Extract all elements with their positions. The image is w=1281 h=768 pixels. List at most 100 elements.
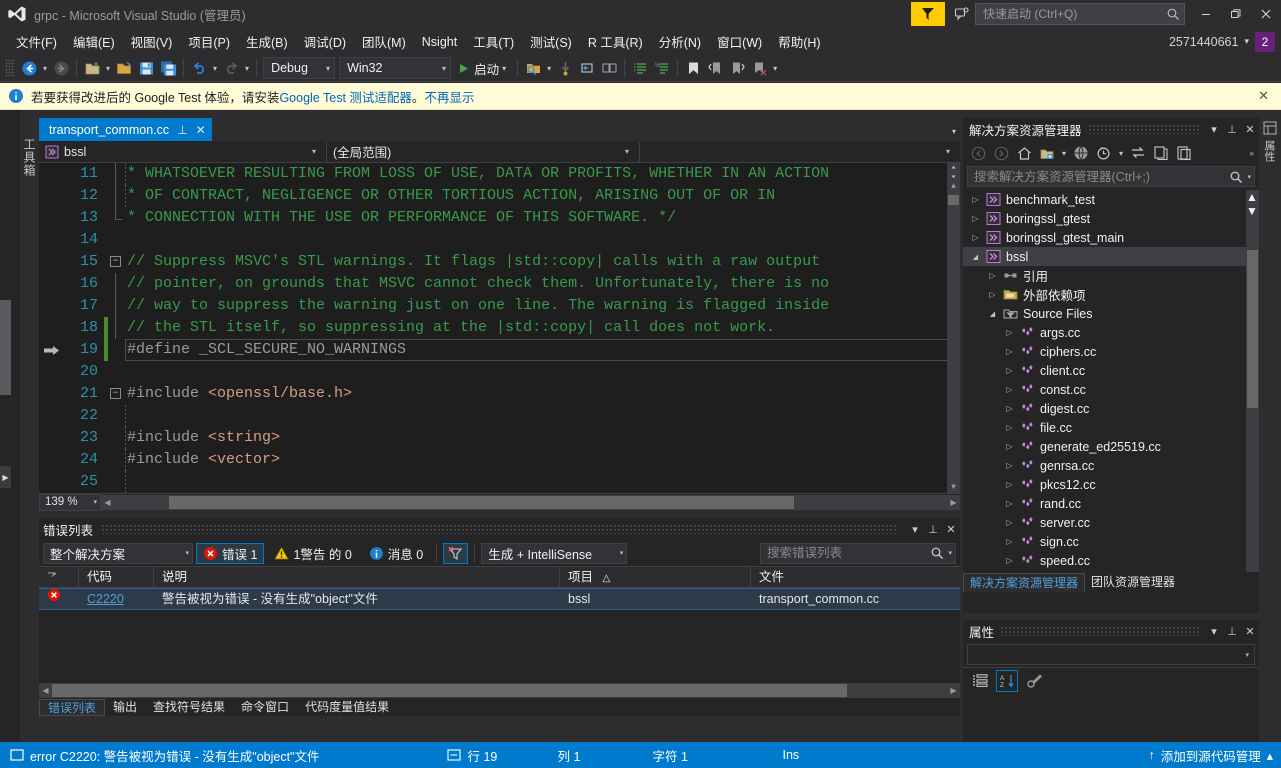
editor-vertical-scrollbar[interactable]: ▲ ▼ <box>947 163 960 493</box>
scroll-down-arrow-icon[interactable]: ▼ <box>1246 204 1259 218</box>
preview-selected-items-icon[interactable] <box>1173 142 1195 164</box>
panel-drag-handle[interactable] <box>1000 626 1199 636</box>
column-header-project[interactable]: 项目 △ <box>560 566 751 588</box>
panel-drag-handle[interactable] <box>101 524 898 534</box>
navbar-member-combo[interactable]: ▾ <box>640 142 960 162</box>
info-bar-link-adapter[interactable]: Google Test 测试适配器 <box>279 87 411 106</box>
error-scope-combo[interactable]: 整个解决方案 ▾ <box>43 542 193 564</box>
code-line[interactable]: 20 <box>39 361 960 383</box>
solution-tree-item-tool.cc[interactable]: ▷tool.cc <box>963 570 1259 572</box>
find-in-files-icon[interactable] <box>522 57 544 79</box>
panel-tab[interactable]: 查找符号结果 <box>145 699 233 716</box>
breakpoint-margin[interactable] <box>39 449 66 471</box>
close-icon[interactable]: ✕ <box>1254 88 1273 104</box>
expander-collapsed-icon[interactable]: ▷ <box>984 271 1001 280</box>
navbar-scope-combo[interactable]: (全局范围) ▾ <box>327 141 640 162</box>
solution-tree-item-const.cc[interactable]: ▷ const.cc <box>963 380 1259 399</box>
code-line[interactable]: 22 <box>39 405 960 427</box>
panel-dropdown-icon[interactable]: ▾ <box>1205 622 1223 640</box>
tab-overflow-caret-icon[interactable]: ▾ <box>952 127 956 136</box>
feedback-flag-icon[interactable] <box>911 2 945 26</box>
solution-explorer-tab[interactable]: 解决方案资源管理器 <box>963 573 1086 592</box>
error-source-combo[interactable]: 生成 + IntelliSense ▾ <box>481 542 628 564</box>
undo-icon[interactable] <box>188 57 210 79</box>
bookmark-icon[interactable] <box>682 57 704 79</box>
error-search-box[interactable]: ▾ <box>760 542 956 564</box>
panel-dropdown-icon[interactable]: ▾ <box>1205 120 1223 138</box>
open-file-icon[interactable] <box>113 57 135 79</box>
error-hscroll-thumb[interactable] <box>52 684 847 697</box>
chevron-down-icon[interactable]: ▾ <box>1244 36 1249 47</box>
menu-view[interactable]: 视图(V) <box>123 28 181 55</box>
warnings-filter-toggle[interactable]: 1警告 的 0 <box>267 543 358 564</box>
solution-tree-item-rand.cc[interactable]: ▷ rand.cc <box>963 494 1259 513</box>
menu-team[interactable]: 团队(M) <box>354 28 414 55</box>
clear-filter-button[interactable] <box>443 542 469 564</box>
outlining-margin[interactable] <box>108 295 125 317</box>
column-header-file[interactable]: 文件 <box>751 566 960 588</box>
toolbar-overflow-caret[interactable]: ▾ <box>770 64 780 73</box>
outlining-margin[interactable] <box>108 449 125 471</box>
solution-configuration-combo[interactable]: Debug ▾ <box>263 57 336 79</box>
menu-nsight[interactable]: Nsight <box>414 31 465 53</box>
solution-tree-item-[interactable]: ▷ 外部依赖项 <box>963 285 1259 304</box>
scroll-left-arrow-icon[interactable]: ◀ <box>101 495 114 510</box>
outlining-margin[interactable] <box>108 471 125 493</box>
start-debug-button[interactable]: 启动 ▾ <box>453 57 513 79</box>
save-icon[interactable] <box>135 57 157 79</box>
breakpoint-margin[interactable] <box>39 251 66 273</box>
panel-dropdown-icon[interactable]: ▾ <box>906 520 924 538</box>
expander-collapsed-icon[interactable]: ▷ <box>1001 518 1018 527</box>
outdent-icon[interactable] <box>576 57 598 79</box>
error-list-horizontal-scrollbar[interactable]: ◀ ▶ <box>39 683 960 698</box>
toolbox-vertical-tab[interactable]: 工具箱 <box>20 118 39 196</box>
solution-tree-item-genrsa.cc[interactable]: ▷ genrsa.cc <box>963 456 1259 475</box>
breakpoint-margin[interactable] <box>39 471 66 493</box>
search-options-caret-icon[interactable]: ▾ <box>944 549 952 557</box>
redo-dropdown-caret[interactable]: ▾ <box>242 64 252 73</box>
find-dropdown-caret[interactable]: ▾ <box>544 64 554 73</box>
menu-project[interactable]: 项目(P) <box>180 28 238 55</box>
solution-tree-item-bssl[interactable]: ◢ bssl <box>963 247 1259 266</box>
outlining-margin[interactable] <box>108 361 125 383</box>
split-view-handle-icon[interactable] <box>948 166 959 178</box>
menu-test[interactable]: 测试(S) <box>522 28 580 55</box>
breakpoint-margin[interactable] <box>39 427 66 449</box>
scroll-right-arrow-icon[interactable]: ▶ <box>947 495 960 510</box>
solution-tree[interactable]: ▷ benchmark_test ▷ boringssl_gtest ▷ boringss… <box>963 190 1259 572</box>
expander-collapsed-icon[interactable]: ▷ <box>1001 442 1018 451</box>
breakpoint-margin[interactable] <box>39 383 66 405</box>
panel-pin-icon[interactable]: ⊥ <box>1223 120 1241 138</box>
expander-collapsed-icon[interactable]: ▷ <box>1001 404 1018 413</box>
panel-tab[interactable]: 错误列表 <box>39 698 106 716</box>
solution-tree-item-speed.cc[interactable]: ▷ speed.cc <box>963 551 1259 570</box>
properties-icon[interactable] <box>1150 142 1172 164</box>
menu-rtools[interactable]: R 工具(R) <box>580 28 651 55</box>
left-auto-hide-hotspot[interactable] <box>0 300 11 395</box>
breakpoint-margin[interactable] <box>39 207 66 229</box>
breakpoint-margin[interactable] <box>39 361 66 383</box>
expander-collapsed-icon[interactable]: ▷ <box>1001 328 1018 337</box>
outlining-margin[interactable] <box>108 339 125 361</box>
comment-icon[interactable] <box>629 57 651 79</box>
pin-icon[interactable]: ⊥ <box>177 123 187 137</box>
add-new-item-icon[interactable] <box>1036 142 1058 164</box>
solution-tree-item-benchmark_test[interactable]: ▷ benchmark_test <box>963 190 1259 209</box>
outlining-margin[interactable] <box>108 317 125 339</box>
status-insert-mode[interactable]: Ins <box>776 748 1026 762</box>
properties-object-combo[interactable]: ▾ <box>967 644 1255 665</box>
back-dropdown-caret[interactable]: ▾ <box>40 64 50 73</box>
add-dropdown-caret-icon[interactable]: ▾ <box>1059 149 1069 158</box>
panel-pin-icon[interactable]: ⊥ <box>1223 622 1241 640</box>
solution-tree-item-sourcefiles[interactable]: ◢ Source Files <box>963 304 1259 323</box>
expander-collapsed-icon[interactable]: ▷ <box>967 195 984 204</box>
expander-collapsed-icon[interactable]: ▷ <box>1001 347 1018 356</box>
scroll-left-arrow-icon[interactable]: ◀ <box>39 683 52 698</box>
solution-tree-item-args.cc[interactable]: ▷ args.cc <box>963 323 1259 342</box>
expander-collapsed-icon[interactable]: ▷ <box>1001 537 1018 546</box>
maximize-restore-button[interactable] <box>1221 0 1251 28</box>
next-bookmark-icon[interactable] <box>726 57 748 79</box>
menu-file[interactable]: 文件(F) <box>8 28 65 55</box>
undo-dropdown-caret[interactable]: ▾ <box>210 64 220 73</box>
editor-zoom-combo[interactable]: 139 % ▾ <box>39 493 101 511</box>
